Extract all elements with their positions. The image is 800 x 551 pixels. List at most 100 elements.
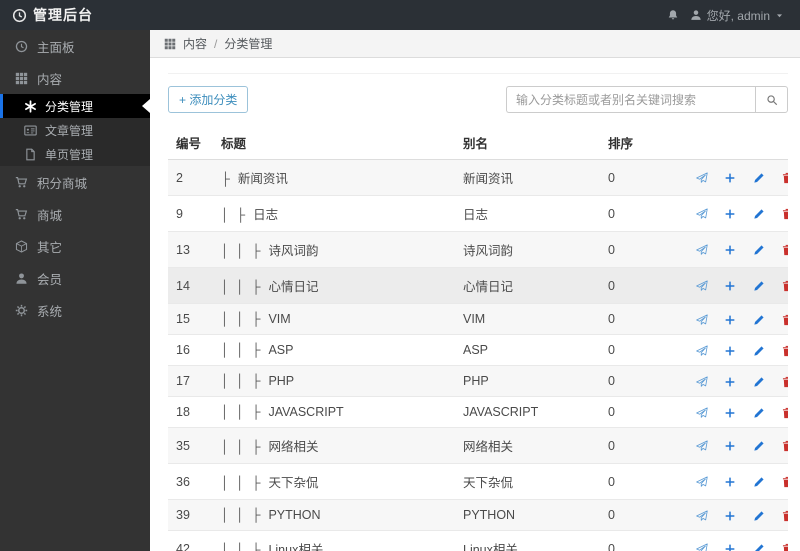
cell-actions — [675, 231, 788, 268]
send-button[interactable] — [696, 208, 708, 220]
add-child-button[interactable] — [724, 376, 736, 388]
user-menu[interactable]: 您好, admin — [690, 7, 784, 24]
edit-button[interactable] — [753, 543, 765, 551]
edit-button[interactable] — [753, 440, 765, 452]
edit-button[interactable] — [753, 280, 765, 292]
delete-button[interactable] — [781, 172, 788, 184]
sidebar-item-dashboard[interactable]: 主面板 — [0, 30, 150, 62]
delete-button[interactable] — [781, 543, 788, 551]
sidebar-item-article-manage[interactable]: 文章管理 — [0, 118, 150, 142]
table-row[interactable]: 18 │ │ ├ JAVASCRIPT JAVASCRIPT 0 — [168, 396, 788, 428]
send-button[interactable] — [696, 376, 708, 388]
table-row[interactable]: 15 │ │ ├ VIM VIM 0 — [168, 303, 788, 335]
sidebar-item-category-manage[interactable]: 分类管理 — [0, 94, 150, 118]
table-row[interactable]: 39 │ │ ├ PYTHON PYTHON 0 — [168, 499, 788, 531]
cell-title: │ │ ├ JAVASCRIPT — [213, 396, 455, 428]
send-button[interactable] — [696, 543, 708, 551]
edit-button[interactable] — [753, 476, 765, 488]
plus-icon — [724, 476, 736, 488]
delete-button[interactable] — [781, 314, 788, 326]
add-child-button[interactable] — [724, 476, 736, 488]
tree-prefix: │ │ ├ — [221, 440, 263, 454]
delete-button[interactable] — [781, 376, 788, 388]
tree-prefix: │ │ ├ — [221, 280, 263, 294]
add-child-button[interactable] — [724, 510, 736, 522]
breadcrumb-page[interactable]: 分类管理 — [224, 35, 272, 52]
edit-button[interactable] — [753, 244, 765, 256]
search-button[interactable] — [755, 86, 788, 113]
send-button[interactable] — [696, 314, 708, 326]
edit-button[interactable] — [753, 208, 765, 220]
table-row[interactable]: 35 │ │ ├ 网络相关 网络相关 0 — [168, 427, 788, 464]
table-row[interactable]: 42 │ │ ├ Linux相关 Linux相关 0 — [168, 530, 788, 551]
edit-button[interactable] — [753, 172, 765, 184]
delete-button[interactable] — [781, 407, 788, 419]
cell-actions — [675, 463, 788, 500]
edit-button[interactable] — [753, 376, 765, 388]
sidebar-item-points-mall[interactable]: 积分商城 — [0, 166, 150, 198]
sidebar-item-other[interactable]: 其它 — [0, 230, 150, 262]
add-child-button[interactable] — [724, 244, 736, 256]
trash-icon — [781, 407, 788, 419]
send-button[interactable] — [696, 244, 708, 256]
cell-alias: PHP — [455, 365, 600, 397]
add-child-button[interactable] — [724, 345, 736, 357]
edit-button[interactable] — [753, 314, 765, 326]
delete-button[interactable] — [781, 208, 788, 220]
add-child-button[interactable] — [724, 280, 736, 292]
table-row[interactable]: 13 │ │ ├ 诗风词韵 诗风词韵 0 — [168, 231, 788, 268]
add-child-button[interactable] — [724, 172, 736, 184]
search-group — [506, 86, 788, 113]
sidebar-item-label: 系统 — [37, 304, 63, 319]
sidebar-item-mall[interactable]: 商城 — [0, 198, 150, 230]
edit-button[interactable] — [753, 345, 765, 357]
sidebar-item-members[interactable]: 会员 — [0, 262, 150, 294]
table-row[interactable]: 14 │ │ ├ 心情日记 心情日记 0 — [168, 267, 788, 304]
send-button[interactable] — [696, 440, 708, 452]
send-button[interactable] — [696, 172, 708, 184]
table-row[interactable]: 36 │ │ ├ 天下杂侃 天下杂侃 0 — [168, 463, 788, 500]
table-row[interactable]: 17 │ │ ├ PHP PHP 0 — [168, 365, 788, 397]
trash-icon — [781, 172, 788, 184]
table-row[interactable]: 2 ├ 新闻资讯 新闻资讯 0 — [168, 159, 788, 196]
tree-prefix: │ │ ├ — [221, 543, 263, 551]
add-child-button[interactable] — [724, 440, 736, 452]
cell-alias: PYTHON — [455, 499, 600, 531]
breadcrumb-section[interactable]: 内容 — [183, 35, 207, 52]
edit-button[interactable] — [753, 510, 765, 522]
pencil-icon — [753, 376, 765, 388]
delete-button[interactable] — [781, 345, 788, 357]
plus-icon — [724, 407, 736, 419]
send-button[interactable] — [696, 345, 708, 357]
row-title: Linux相关 — [268, 543, 324, 551]
send-button[interactable] — [696, 407, 708, 419]
table-row[interactable]: 16 │ │ ├ ASP ASP 0 — [168, 334, 788, 366]
add-child-button[interactable] — [724, 208, 736, 220]
delete-button[interactable] — [781, 280, 788, 292]
send-button[interactable] — [696, 476, 708, 488]
add-category-button[interactable]: + 添加分类 — [168, 86, 249, 113]
table-row[interactable]: 9 │ ├ 日志 日志 0 — [168, 195, 788, 232]
add-child-button[interactable] — [724, 543, 736, 551]
send-button[interactable] — [696, 280, 708, 292]
sidebar: 主面板 内容 分类管理 文章管理 单页管理 积分商城 商城 其它 会员 系统 — [0, 30, 150, 551]
edit-button[interactable] — [753, 407, 765, 419]
content-submenu: 分类管理 文章管理 单页管理 — [0, 94, 150, 166]
delete-button[interactable] — [781, 510, 788, 522]
table-header-row: 编号 标题 别名 排序 — [168, 126, 788, 160]
add-child-button[interactable] — [724, 407, 736, 419]
sidebar-item-system[interactable]: 系统 — [0, 294, 150, 326]
brand[interactable]: 管理后台 — [0, 5, 93, 25]
delete-button[interactable] — [781, 476, 788, 488]
sidebar-item-content[interactable]: 内容 — [0, 62, 150, 94]
cell-id: 18 — [168, 396, 213, 428]
header-alias: 别名 — [455, 126, 600, 160]
cell-sort: 0 — [600, 530, 675, 551]
sidebar-item-page-manage[interactable]: 单页管理 — [0, 142, 150, 166]
bell-icon[interactable] — [667, 9, 679, 21]
delete-button[interactable] — [781, 440, 788, 452]
add-child-button[interactable] — [724, 314, 736, 326]
search-input[interactable] — [506, 86, 755, 113]
send-button[interactable] — [696, 510, 708, 522]
delete-button[interactable] — [781, 244, 788, 256]
